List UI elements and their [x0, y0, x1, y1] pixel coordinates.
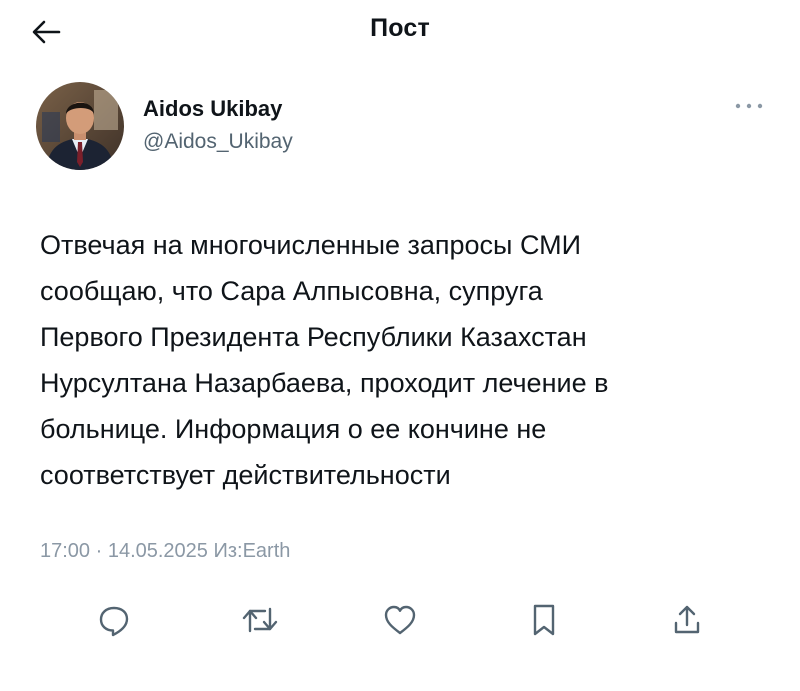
tweet-text: Отвечая на многочисленные запросы СМИ со…: [40, 230, 609, 490]
share-icon: [672, 603, 702, 637]
like-button[interactable]: [378, 598, 422, 642]
retweet-button[interactable]: [238, 598, 282, 642]
more-dots-icon: [734, 97, 764, 115]
back-button[interactable]: [26, 14, 66, 54]
arrow-left-icon: [31, 19, 61, 50]
tweet-timestamp[interactable]: 17:00 · 14.05.2025 Из:Earth: [40, 540, 290, 563]
heart-icon: [383, 604, 417, 636]
more-button[interactable]: [732, 94, 766, 118]
display-name[interactable]: Aidos Ukibay: [143, 96, 282, 122]
share-button[interactable]: [665, 598, 709, 642]
action-bar: [0, 598, 800, 650]
top-bar: Пост: [0, 0, 800, 64]
author-block: Aidos Ukibay @Aidos_Ukibay: [36, 82, 766, 172]
reply-icon: [97, 603, 131, 637]
user-handle[interactable]: @Aidos_Ukibay: [143, 130, 293, 154]
retweet-icon: [241, 603, 279, 637]
bookmark-button[interactable]: [522, 598, 566, 642]
reply-button[interactable]: [92, 598, 136, 642]
avatar[interactable]: [36, 82, 124, 170]
page-title: Пост: [370, 14, 430, 42]
bookmark-icon: [531, 603, 557, 637]
